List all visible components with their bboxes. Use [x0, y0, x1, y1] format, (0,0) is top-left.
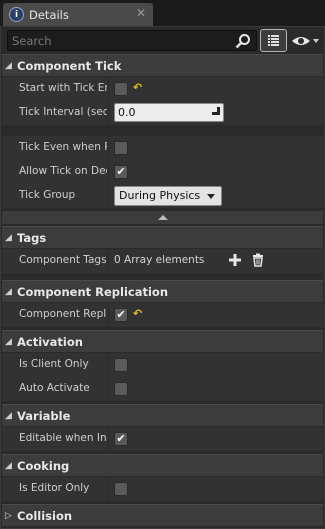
row-tick-interval: Tick Interval (secs) 0.0	[2, 101, 323, 125]
expanded-arrow-icon: ◢	[5, 232, 12, 243]
component-replicates-checkbox[interactable]: ✔	[114, 308, 128, 322]
details-panel: ◢ Component Tick Start with Tick Enabled…	[0, 26, 325, 529]
spacer	[2, 273, 323, 276]
is-editor-only-checkbox[interactable]	[114, 482, 128, 496]
is-client-only-checkbox[interactable]	[114, 358, 128, 372]
section-tags[interactable]: ◢ Tags	[2, 226, 323, 248]
property-label: Component Replicates	[19, 308, 107, 320]
resize-corner-icon	[212, 107, 220, 115]
property-label: Start with Tick Enabled	[19, 82, 107, 94]
section-title: Collision	[17, 508, 73, 523]
reset-to-default-icon[interactable]: ↶	[133, 307, 142, 320]
property-label: Auto Activate	[19, 382, 90, 394]
section-collision[interactable]: ▷ Collision	[2, 504, 323, 526]
section-title: Activation	[17, 334, 83, 349]
search-row	[5, 29, 323, 53]
expanded-arrow-icon: ◢	[5, 410, 12, 421]
check-icon: ✔	[116, 308, 126, 321]
tab-bar: i Details ✕	[0, 0, 325, 26]
property-label: Allow Tick on Dedicated Server	[19, 165, 107, 177]
tick-group-value: During Physics	[119, 189, 201, 202]
tick-even-when-paused-checkbox[interactable]	[114, 141, 128, 155]
section-component-replication[interactable]: ◢ Component Replication	[2, 280, 323, 302]
section-title: Cooking	[17, 458, 70, 473]
search-icon[interactable]	[235, 33, 251, 49]
expanded-arrow-icon: ◢	[5, 60, 12, 71]
row-component-replicates: Component Replicates ✔ ↶	[2, 303, 323, 327]
property-label: Tick Group	[19, 189, 76, 201]
property-label: Component Tags	[19, 254, 107, 266]
collapse-arrow-icon	[157, 215, 168, 220]
section-component-tick[interactable]: ◢ Component Tick	[2, 54, 323, 76]
check-icon: ✔	[116, 432, 126, 445]
spacer	[2, 125, 323, 136]
property-label: Editable when Inherited	[19, 432, 107, 444]
add-element-icon[interactable]	[228, 253, 242, 267]
row-tick-group: Tick Group During Physics	[2, 184, 323, 208]
property-label: Is Client Only	[19, 358, 89, 370]
expanded-arrow-icon: ◢	[5, 336, 12, 347]
section-title: Tags	[17, 230, 47, 245]
tab-details[interactable]: i Details ✕	[3, 3, 153, 26]
search-input[interactable]	[7, 30, 257, 51]
advanced-collapse-button[interactable]	[2, 211, 323, 224]
row-component-tags: Component Tags 0 Array elements	[2, 249, 323, 273]
info-icon: i	[9, 7, 24, 22]
section-activation[interactable]: ◢ Activation	[2, 330, 323, 352]
chevron-down-icon	[207, 194, 215, 199]
editable-when-inherited-checkbox[interactable]: ✔	[114, 432, 128, 446]
view-options-eye-icon[interactable]	[291, 33, 321, 49]
close-icon[interactable]: ✕	[136, 6, 146, 20]
tab-label: Details	[29, 7, 69, 22]
property-label: Is Editor Only	[19, 482, 90, 494]
start-with-tick-enabled-checkbox[interactable]	[114, 82, 128, 96]
reset-to-default-icon[interactable]: ↶	[133, 81, 142, 94]
row-is-editor-only: Is Editor Only	[2, 477, 323, 501]
row-auto-activate: Auto Activate	[2, 377, 323, 401]
tick-interval-input[interactable]: 0.0	[114, 103, 224, 122]
auto-activate-checkbox[interactable]	[114, 382, 128, 396]
property-label: Tick Interval (secs)	[19, 106, 107, 118]
allow-tick-on-dedicated-server-checkbox[interactable]: ✔	[114, 165, 128, 179]
tick-interval-value: 0.0	[118, 106, 136, 119]
property-matrix-button[interactable]	[260, 29, 287, 52]
trash-icon[interactable]	[251, 253, 265, 267]
check-icon: ✔	[116, 165, 126, 178]
component-tags-count: 0 Array elements	[114, 254, 205, 266]
list-icon	[268, 35, 279, 46]
section-variable[interactable]: ◢ Variable	[2, 404, 323, 426]
section-cooking[interactable]: ◢ Cooking	[2, 454, 323, 476]
property-label: Tick Even when Paused	[19, 141, 107, 153]
row-start-with-tick-enabled: Start with Tick Enabled ↶	[2, 77, 323, 101]
row-is-client-only: Is Client Only	[2, 353, 323, 377]
section-title: Variable	[17, 408, 71, 423]
row-allow-tick-on-dedicated-server: Allow Tick on Dedicated Server ✔	[2, 160, 323, 184]
row-editable-when-inherited: Editable when Inherited ✔	[2, 427, 323, 451]
expanded-arrow-icon: ◢	[5, 460, 12, 471]
tick-group-dropdown[interactable]: During Physics	[114, 186, 222, 206]
collapsed-arrow-icon: ▷	[5, 510, 12, 521]
expanded-arrow-icon: ◢	[5, 286, 12, 297]
section-title: Component Replication	[17, 284, 169, 299]
section-title: Component Tick	[17, 58, 122, 73]
row-tick-even-when-paused: Tick Even when Paused	[2, 136, 323, 160]
